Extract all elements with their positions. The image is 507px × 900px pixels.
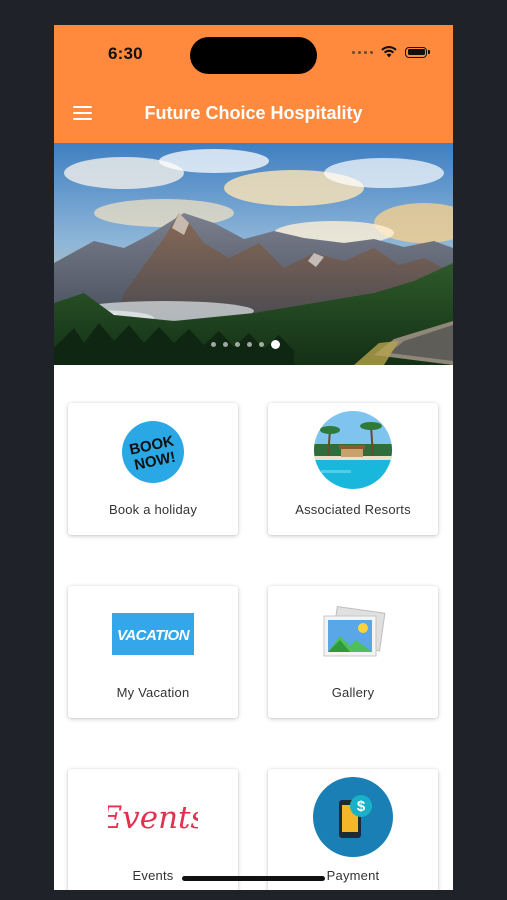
home-indicator[interactable] (182, 876, 325, 881)
tile-label: Gallery (331, 685, 375, 700)
status-bar: 6:30 (54, 25, 453, 86)
events-icon-text: Events (108, 800, 198, 836)
payment-icon: $ (313, 777, 393, 857)
carousel-dot[interactable] (223, 342, 228, 347)
banner-carousel[interactable] (54, 143, 453, 365)
tile-label: My Vacation (116, 685, 190, 700)
gallery-icon (323, 606, 386, 657)
vacation-icon: VACATION (112, 613, 194, 655)
tile-my-vacation[interactable]: VACATION My Vacation (68, 586, 238, 718)
phone-screen: 6:30 Future Choice Hospitality BOOK NOW!… (54, 25, 453, 890)
status-icons (352, 46, 430, 58)
status-time: 6:30 (108, 44, 143, 63)
tile-events[interactable]: Events Events (68, 769, 238, 890)
battery-icon (405, 46, 430, 58)
vacation-icon-text: VACATION (117, 627, 191, 644)
tile-book-holiday[interactable]: BOOK NOW! Book a holiday (68, 403, 238, 535)
tile-gallery[interactable]: Gallery (268, 586, 438, 718)
app-title: Future Choice Hospitality (144, 103, 363, 123)
carousel-dot[interactable] (247, 342, 252, 347)
cellular-signal-icon (352, 50, 373, 54)
wifi-icon (381, 46, 397, 58)
carousel-dot[interactable] (235, 342, 240, 347)
events-icon: Events (108, 800, 198, 836)
app-bar: Future Choice Hospitality (54, 86, 453, 143)
tile-label: Associated Resorts (295, 502, 411, 517)
book-now-icon: BOOK NOW! (122, 421, 184, 483)
resort-pool-icon (314, 411, 392, 489)
tile-associated-resorts[interactable]: Associated Resorts (268, 403, 438, 535)
carousel-dot-active[interactable] (271, 340, 280, 349)
carousel-dot[interactable] (259, 342, 264, 347)
tile-payment[interactable]: $ Payment (268, 769, 438, 890)
dynamic-island (190, 37, 317, 74)
mountain-landscape-image (54, 143, 453, 365)
payment-icon-text: $ (357, 798, 366, 815)
carousel-indicators (211, 340, 280, 349)
menu-grid: BOOK NOW! Book a holiday Associated Reso… (54, 365, 453, 890)
carousel-dot[interactable] (211, 342, 216, 347)
tile-label: Book a holiday (108, 502, 198, 517)
